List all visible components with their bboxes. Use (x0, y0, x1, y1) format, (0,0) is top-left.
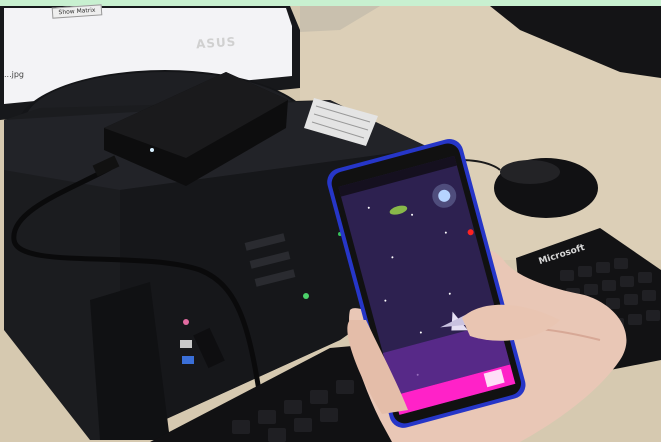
photo-scene: ASUS Show Matrix ...jpg Microsoft (0, 0, 661, 442)
monitor-screen-file-label: ...jpg (4, 70, 25, 79)
scene-illustration (0, 0, 661, 442)
monitor-brand-logo: ASUS (195, 34, 237, 52)
